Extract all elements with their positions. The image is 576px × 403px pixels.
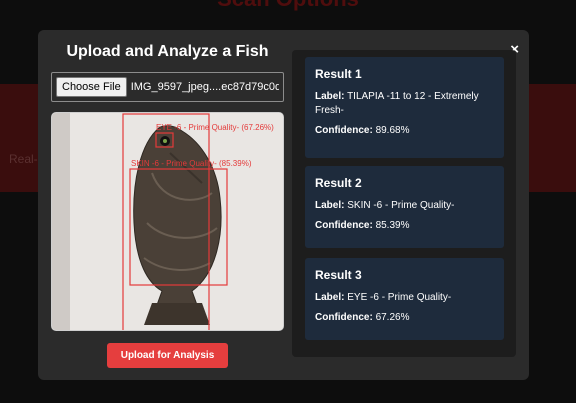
selected-file-name: IMG_9597_jpeg....ec87d79c0de.jpg [130, 81, 279, 93]
modal-title: Upload and Analyze a Fish [66, 43, 269, 60]
upload-panel: Upload and Analyze a Fish Choose File IM… [51, 30, 284, 331]
upload-for-analysis-button[interactable]: Upload for Analysis [107, 343, 228, 368]
upload-modal: × Upload and Analyze a Fish Choose File … [38, 30, 529, 380]
result-card: Result 3 Label: EYE -6 - Prime Quality- … [305, 258, 504, 340]
detection-label-eye: EYE -6 - Prime Quality- (67.26%) [156, 123, 274, 132]
result-confidence: Confidence: 85.39% [315, 220, 410, 231]
fish-illustration [52, 113, 283, 330]
result-title: Result 2 [315, 176, 362, 190]
result-card: Result 2 Label: SKIN -6 - Prime Quality-… [305, 166, 504, 248]
result-title: Result 1 [315, 67, 362, 81]
detection-label-skin: SKIN -6 - Prime Quality- (85.39%) [131, 159, 252, 168]
result-card: Result 1 Label: TILAPIA -11 to 12 - Extr… [305, 57, 504, 158]
result-confidence: Confidence: 89.68% [315, 125, 410, 136]
results-panel: Result 1 Label: TILAPIA -11 to 12 - Extr… [292, 50, 516, 357]
fish-image-preview: EYE -6 - Prime Quality- (67.26%) SKIN -6… [51, 112, 284, 331]
result-title: Result 3 [315, 268, 362, 282]
choose-file-button[interactable]: Choose File [56, 77, 127, 97]
result-label: Label: SKIN -6 - Prime Quality- [315, 200, 455, 211]
result-confidence: Confidence: 67.26% [315, 312, 410, 323]
result-label: Label: TILAPIA -11 to 12 - Extremely Fre… [315, 91, 479, 116]
file-input[interactable]: Choose File IMG_9597_jpeg....ec87d79c0de… [51, 72, 284, 102]
result-label: Label: EYE -6 - Prime Quality- [315, 292, 452, 303]
